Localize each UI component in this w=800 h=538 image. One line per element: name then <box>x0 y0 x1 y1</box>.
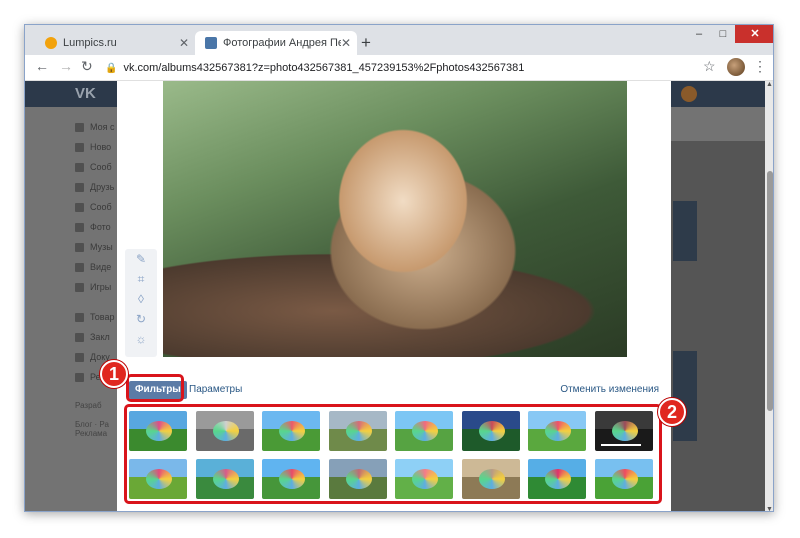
address-bar[interactable]: 🔒 vk.com/albums432567381?z=photo43256738… <box>105 58 705 78</box>
sidebar-item-label: Товар <box>90 312 115 322</box>
sidebar-item-label: Ново <box>90 142 112 152</box>
album-thumbnail[interactable] <box>673 351 697 441</box>
brightness-icon[interactable]: ☼ <box>125 329 157 349</box>
album-thumbnails-column <box>671 141 765 511</box>
crop-icon[interactable]: ⌗ <box>125 269 157 289</box>
blur-icon[interactable]: ◊ <box>125 289 157 309</box>
editor-tabs: Фильтры Параметры Отменить изменения <box>117 375 671 405</box>
user-avatar[interactable] <box>681 86 697 102</box>
ads-icon <box>75 372 84 382</box>
vertical-scrollbar[interactable]: ▲ ▼ <box>765 81 773 511</box>
sidebar-item-label: Музы <box>90 242 113 252</box>
news-icon <box>75 142 84 152</box>
back-arrow-icon[interactable]: ← <box>35 58 49 74</box>
reload-icon[interactable]: ↻ <box>81 58 93 75</box>
sidebar-item-label: Игры <box>90 282 112 292</box>
revert-changes-link[interactable]: Отменить изменения <box>560 384 659 395</box>
tab-title: Lumpics.ru <box>63 37 117 49</box>
vk-favicon-icon <box>205 37 217 49</box>
album-thumbnail[interactable] <box>673 201 697 261</box>
editor-toolbar: ✎ ⌗ ◊ ↻ ☼ <box>125 249 157 357</box>
pencil-icon[interactable]: ✎ <box>125 249 157 269</box>
close-window-button[interactable]: ✕ <box>735 25 773 43</box>
tab-lumpics[interactable]: Lumpics.ru ✕ <box>35 31 195 55</box>
sidebar-item-label: Сооб <box>90 202 112 212</box>
sidebar-item-label: Моя с <box>90 122 115 132</box>
music-icon <box>75 242 84 252</box>
bookmarks-icon <box>75 332 84 342</box>
rotate-icon[interactable]: ↻ <box>125 309 157 329</box>
highlight-box-filters-tab <box>126 374 184 402</box>
close-icon[interactable]: ✕ <box>341 36 351 50</box>
profile-avatar[interactable] <box>727 58 745 76</box>
lumpics-favicon-icon <box>45 37 57 49</box>
annotation-badge-2: 2 <box>658 398 686 426</box>
address-text: vk.com/albums432567381?z=photo432567381_… <box>123 62 525 74</box>
sidebar-item-label: Друзь <box>90 182 115 192</box>
browser-toolbar: ← → ↻ 🔒 vk.com/albums432567381?z=photo43… <box>25 55 773 81</box>
scroll-up-arrow-icon[interactable]: ▲ <box>766 81 773 88</box>
goods-icon <box>75 312 84 322</box>
tab-params[interactable]: Параметры <box>189 384 242 395</box>
video-icon <box>75 262 84 272</box>
vk-logo[interactable]: VK <box>75 85 96 102</box>
friends-icon <box>75 182 84 192</box>
photos-icon <box>75 222 84 232</box>
scroll-down-arrow-icon[interactable]: ▼ <box>766 506 773 511</box>
annotation-badge-1: 1 <box>100 360 128 388</box>
scrollbar-thumb[interactable] <box>767 171 773 411</box>
messages-icon <box>75 162 84 172</box>
communities-icon <box>75 202 84 212</box>
sidebar-item-label: Закл <box>90 332 110 342</box>
sidebar-item-label: Фото <box>90 222 111 232</box>
tab-strip: Lumpics.ru ✕ Фотографии Андрея Петрова ✕… <box>25 25 773 55</box>
documents-icon <box>75 352 84 362</box>
lock-icon: 🔒 <box>105 62 118 74</box>
kebab-menu-icon[interactable]: ⋮ <box>753 58 767 75</box>
new-tab-button[interactable]: + <box>361 33 371 53</box>
window-controls: – □ ✕ <box>687 25 773 45</box>
bookmark-star-icon[interactable]: ☆ <box>703 58 716 75</box>
home-icon <box>75 122 84 132</box>
tab-vk-photos[interactable]: Фотографии Андрея Петрова ✕ <box>195 31 357 55</box>
sidebar-item-label: Сооб <box>90 162 112 172</box>
maximize-button[interactable]: □ <box>711 25 735 43</box>
photo-preview <box>163 81 627 357</box>
close-icon[interactable]: ✕ <box>179 36 189 50</box>
tab-title: Фотографии Андрея Петрова <box>223 37 341 49</box>
highlight-box-filter-grid <box>124 404 662 504</box>
sidebar-item-label: Виде <box>90 262 112 272</box>
forward-arrow-icon[interactable]: → <box>59 58 73 74</box>
games-icon <box>75 282 84 292</box>
minimize-button[interactable]: – <box>687 25 711 43</box>
